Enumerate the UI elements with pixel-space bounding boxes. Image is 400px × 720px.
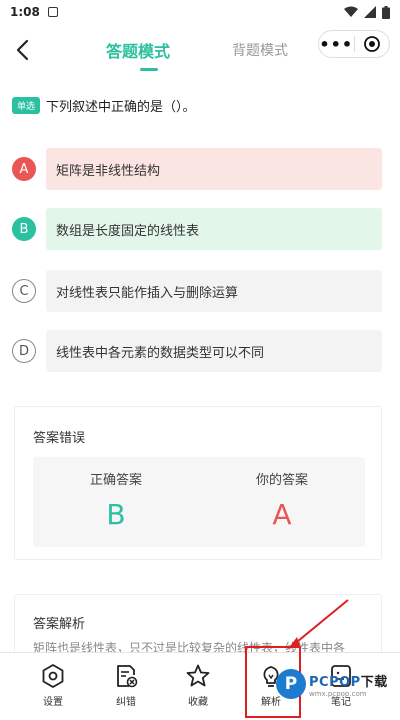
status-icons <box>344 5 390 19</box>
question-header: 单选 下列叙述中正确的是（）。 <box>12 96 196 115</box>
your-answer-value: A <box>272 498 292 531</box>
answer-comparison: 正确答案 B 你的答案 A <box>33 457 365 547</box>
question-text: 下列叙述中正确的是（）。 <box>46 100 196 115</box>
correct-answer-label: 正确答案 <box>89 473 142 488</box>
watermark-brand-line: PCPOP下载 <box>309 671 388 690</box>
more-menu-button[interactable]: ••• <box>319 35 354 54</box>
option-d-letter: D <box>12 339 36 363</box>
favorite-label: 收藏 <box>188 697 208 708</box>
correct-answer-column: 正确答案 B <box>33 469 199 531</box>
correction-button[interactable]: 纠错 <box>99 663 153 708</box>
settings-icon <box>42 664 64 688</box>
mini-program-capsule: ••• <box>318 30 390 58</box>
option-a-text: 矩阵是非线性结构 <box>46 148 382 190</box>
analysis-title: 答案解析 <box>33 617 86 632</box>
option-b-text: 数组是长度固定的线性表 <box>46 208 382 250</box>
favorite-button[interactable]: 收藏 <box>171 663 225 708</box>
your-answer-column: 你的答案 A <box>199 469 365 531</box>
watermark-url: wmx.pcpop.com <box>309 689 367 698</box>
tab-answer-mode[interactable]: 答题模式 <box>106 38 170 62</box>
option-a-letter: A <box>12 157 36 181</box>
option-d-text: 线性表中各元素的数据类型可以不同 <box>46 330 382 372</box>
question-type-badge: 单选 <box>12 97 41 114</box>
watermark-suffix: 下载 <box>360 674 388 690</box>
answer-result-card: 答案错误 正确答案 B 你的答案 A <box>14 406 382 560</box>
your-answer-label: 你的答案 <box>255 473 308 488</box>
option-b[interactable]: B 数组是长度固定的线性表 <box>12 208 382 250</box>
watermark-logo: P <box>276 669 306 699</box>
target-close-icon <box>363 36 380 52</box>
correction-label: 纠错 <box>116 697 136 708</box>
watermark-text: PCPOP下载 wmx.pcpop.com <box>309 671 388 698</box>
tab-recite-mode[interactable]: 背题模式 <box>232 40 288 60</box>
option-c-letter: C <box>12 279 36 303</box>
status-time: 1:08 <box>10 5 40 19</box>
settings-label: 设置 <box>43 697 63 708</box>
back-arrow-icon[interactable] <box>10 36 38 64</box>
battery-icon <box>382 5 390 19</box>
status-bar: 1:08 <box>0 0 400 24</box>
result-title: 答案错误 <box>33 431 86 446</box>
site-watermark: P PCPOP下载 wmx.pcpop.com <box>276 656 398 712</box>
active-tab-indicator <box>140 68 158 71</box>
wifi-icon <box>344 6 358 17</box>
settings-button[interactable]: 设置 <box>26 663 80 708</box>
close-button[interactable] <box>354 35 389 53</box>
notification-icon <box>47 7 58 17</box>
signal-icon <box>364 6 376 18</box>
correct-answer-value: B <box>106 498 126 531</box>
watermark-brand: PCPOP <box>309 674 361 690</box>
option-d[interactable]: D 线性表中各元素的数据类型可以不同 <box>12 330 382 372</box>
option-b-letter: B <box>12 217 36 241</box>
question-content: 单选 下列叙述中正确的是（）。 A 矩阵是非线性结构 B 数组是长度固定的线性表… <box>0 76 400 674</box>
report-error-icon <box>117 665 138 688</box>
option-c[interactable]: C 对线性表只能作插入与删除运算 <box>12 270 382 312</box>
option-a[interactable]: A 矩阵是非线性结构 <box>12 148 382 190</box>
star-icon <box>186 664 210 687</box>
option-c-text: 对线性表只能作插入与删除运算 <box>46 270 382 312</box>
